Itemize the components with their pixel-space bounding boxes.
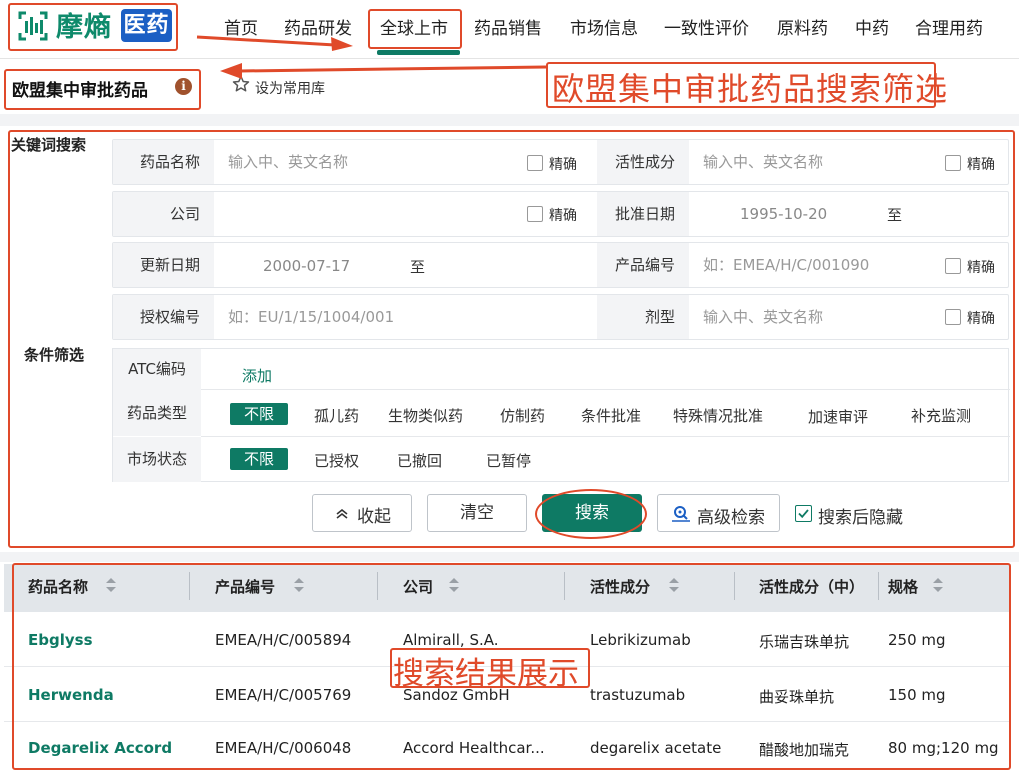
market-status-option-suspended[interactable]: 已暂停: [486, 450, 531, 471]
active-ingredient-exact-label: 精确: [967, 157, 995, 173]
filter-divider: [201, 389, 1010, 390]
product-no-label: 产品编号: [597, 243, 689, 287]
nav-market-info[interactable]: 市场信息: [570, 14, 638, 39]
update-date-to-label: 至: [410, 258, 426, 276]
drug-type-option-biosimilar[interactable]: 生物类似药: [388, 405, 463, 426]
filter-divider: [201, 436, 1010, 437]
nav-consistency-eval[interactable]: 一致性评价: [664, 14, 749, 39]
clear-button[interactable]: 清空: [427, 494, 527, 532]
approval-date-to-input[interactable]: [913, 198, 1003, 230]
brand-name: 摩熵: [56, 12, 112, 43]
drug-type-option-conditional[interactable]: 条件批准: [581, 405, 641, 426]
chevron-up-double-icon: [336, 509, 348, 519]
market-status-label: 市场状态: [113, 437, 201, 482]
annotation-arrow-left: [220, 63, 547, 79]
nav-drug-sales[interactable]: 药品销售: [474, 14, 542, 39]
search-row-3: 更新日期 2000-07-17 至 产品编号 如：EMEA/H/C/001090…: [112, 242, 1009, 288]
keyword-search-label: 关键词搜索: [11, 136, 87, 154]
dosage-form-label: 剂型: [597, 295, 689, 339]
active-ingredient-exact-checkbox[interactable]: [945, 155, 961, 171]
condition-filter-label: 条件筛选: [24, 346, 85, 364]
header-divider: [0, 58, 1019, 59]
active-ingredient-input[interactable]: 输入中、英文名称: [689, 140, 1010, 184]
company-label: 公司: [113, 192, 214, 236]
drug-type-option-monitoring[interactable]: 补充监测: [911, 405, 971, 426]
page-title: 欧盟集中审批药品: [12, 81, 148, 101]
search-row-4: 授权编号 如：EU/1/15/1004/001 剂型 输入中、英文名称 精确: [112, 294, 1009, 340]
drug-type-option-generic[interactable]: 仿制药: [500, 405, 545, 426]
dosage-form-exact-label: 精确: [967, 311, 995, 327]
dosage-form-input[interactable]: 输入中、英文名称: [689, 295, 1010, 339]
nav-active-annotation-box: [368, 9, 462, 49]
drug-type-option-accelerated[interactable]: 加速审评: [808, 406, 868, 427]
logo-icon: [18, 11, 48, 41]
annotation-results: 搜索结果展示: [393, 656, 579, 692]
drug-name-exact-checkbox[interactable]: [527, 155, 543, 171]
nav-rational-use[interactable]: 合理用药: [915, 14, 983, 39]
advanced-search-label: 高级检索: [697, 508, 765, 528]
atc-add-link[interactable]: 添加: [242, 365, 272, 386]
drug-type-option-exceptional[interactable]: 特殊情况批准: [673, 405, 763, 426]
collapse-button[interactable]: 收起: [312, 494, 412, 532]
search-row-1: 药品名称 输入中、英文名称 精确 活性成分 输入中、英文名称 精确: [112, 139, 1009, 185]
nav-active-underline: [377, 50, 460, 55]
update-date-to-input[interactable]: [436, 249, 586, 281]
brand-badge: 医药: [121, 9, 172, 42]
drug-type-option-orphan[interactable]: 孤儿药: [314, 405, 359, 426]
hide-after-search-label: 搜索后隐藏: [818, 508, 903, 528]
annotation-arrow-right: [196, 35, 353, 51]
active-ingredient-label: 活性成分: [597, 140, 689, 184]
nav-tcm[interactable]: 中药: [855, 14, 889, 39]
market-status-option-authorised[interactable]: 已授权: [314, 450, 359, 471]
hide-after-search-checkbox[interactable]: [795, 505, 812, 522]
search-button-annotation-ellipse: [535, 489, 647, 539]
market-status-option-withdrawn[interactable]: 已撤回: [397, 450, 442, 471]
filter-table: ATC编码 添加 药品类型 不限 孤儿药 生物类似药 仿制药 条件批准 特殊情况…: [112, 348, 1010, 482]
atc-label: ATC编码: [113, 349, 201, 390]
annotation-search-filter: 欧盟集中审批药品搜索筛选: [552, 70, 949, 108]
product-no-exact-checkbox[interactable]: [945, 258, 961, 274]
approval-date-label: 批准日期: [597, 192, 689, 236]
advanced-search-button[interactable]: 高级检索: [657, 494, 780, 532]
product-no-exact-label: 精确: [967, 260, 995, 276]
set-favorite-link[interactable]: 设为常用库: [255, 78, 325, 98]
product-no-input[interactable]: 如：EMEA/H/C/001090: [689, 243, 1010, 287]
drug-name-label: 药品名称: [113, 140, 214, 184]
search-row-2: 公司 精确 批准日期 1995-10-20 至: [112, 191, 1009, 237]
advanced-search-icon: [672, 506, 690, 522]
collapse-button-label: 收起: [357, 507, 391, 527]
approval-date-from-input[interactable]: 1995-10-20: [740, 205, 827, 223]
info-icon[interactable]: i: [175, 78, 192, 95]
market-status-option-any[interactable]: 不限: [230, 448, 288, 470]
update-date-from-input[interactable]: 2000-07-17: [263, 257, 350, 275]
drug-type-option-any[interactable]: 不限: [230, 403, 288, 425]
auth-no-input[interactable]: 如：EU/1/15/1004/001: [214, 295, 594, 339]
company-exact-label: 精确: [549, 208, 577, 224]
section-divider: [0, 552, 1019, 562]
update-date-label: 更新日期: [113, 243, 214, 287]
dosage-form-exact-checkbox[interactable]: [945, 309, 961, 325]
approval-date-to-label: 至: [887, 206, 903, 224]
drug-name-exact-label: 精确: [549, 157, 577, 173]
section-divider: [0, 114, 1019, 126]
auth-no-label: 授权编号: [113, 295, 214, 339]
nav-api[interactable]: 原料药: [777, 14, 828, 39]
drug-type-label: 药品类型: [113, 390, 201, 436]
checkmark-icon: [798, 509, 809, 519]
company-exact-checkbox[interactable]: [527, 206, 543, 222]
